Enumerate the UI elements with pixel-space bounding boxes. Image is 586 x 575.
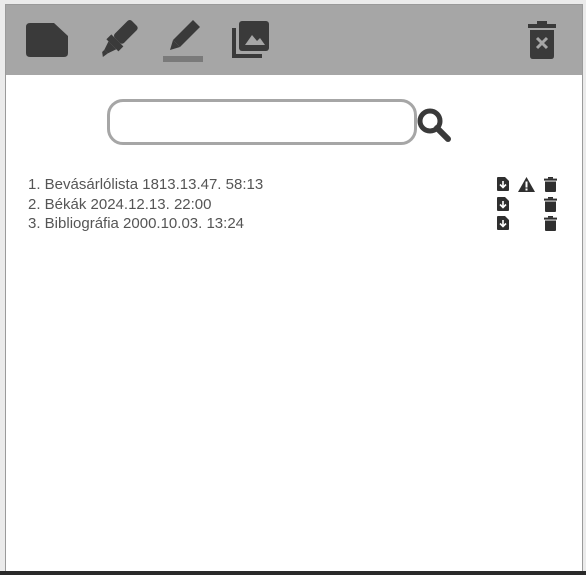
download-button[interactable] xyxy=(497,196,509,216)
note-list: 1. Bevásárlólista 1813.13.47. 58:13 2. B… xyxy=(28,175,568,234)
new-note-button[interactable] xyxy=(24,5,70,75)
highlighter-icon xyxy=(102,20,138,57)
delete-button[interactable] xyxy=(544,216,557,236)
note-title[interactable]: 2. Békák 2024.12.13. 22:00 xyxy=(28,196,211,213)
list-item[interactable]: 2. Békák 2024.12.13. 22:00 xyxy=(28,195,568,215)
search-button[interactable] xyxy=(416,107,452,148)
file-download-icon xyxy=(497,216,509,230)
search-input[interactable] xyxy=(107,99,417,145)
delete-all-button[interactable] xyxy=(525,5,559,75)
highlighter-button[interactable] xyxy=(94,5,140,75)
trash-icon xyxy=(544,177,557,192)
download-button[interactable] xyxy=(497,177,509,196)
trash-icon xyxy=(544,196,557,212)
notes-panel: 1. Bevásárlólista 1813.13.47. 58:13 2. B… xyxy=(5,4,583,572)
note-title[interactable]: 3. Bibliográfia 2000.10.03. 13:24 xyxy=(28,215,244,232)
search-box xyxy=(107,99,417,145)
download-button[interactable] xyxy=(497,216,509,235)
trash-icon xyxy=(544,216,557,231)
toolbar xyxy=(6,5,582,75)
list-item[interactable]: 3. Bibliográfia 2000.10.03. 13:24 xyxy=(28,214,568,234)
search-icon xyxy=(417,108,451,142)
trash-x-icon xyxy=(528,21,556,59)
gallery-icon xyxy=(232,21,269,58)
note-icon xyxy=(26,23,68,57)
list-item[interactable]: 1. Bevásárlólista 1813.13.47. 58:13 xyxy=(28,175,568,195)
gallery-button[interactable] xyxy=(230,5,270,75)
pen-button[interactable] xyxy=(163,5,205,75)
note-title[interactable]: 1. Bevásárlólista 1813.13.47. 58:13 xyxy=(28,176,263,193)
file-download-icon xyxy=(497,196,509,211)
pen-icon xyxy=(163,20,203,62)
warning-icon xyxy=(518,177,535,192)
file-download-icon xyxy=(497,177,509,191)
window-bottom-edge xyxy=(0,571,586,575)
